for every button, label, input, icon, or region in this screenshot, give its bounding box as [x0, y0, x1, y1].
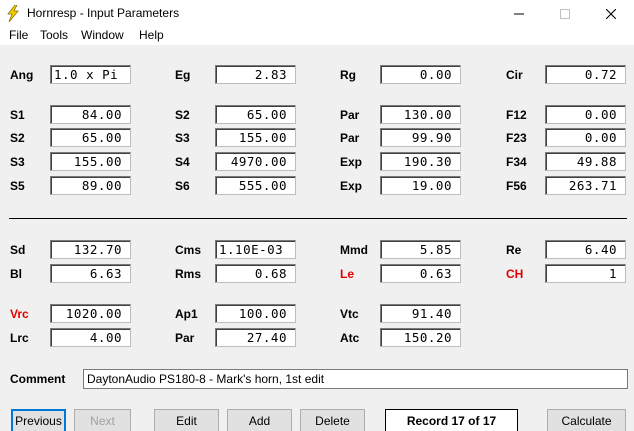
field-cms[interactable]: 1.10E-03: [215, 240, 296, 259]
field-s3[interactable]: 155.00: [215, 128, 296, 147]
label-cir: Cir: [506, 68, 523, 82]
field-par-3[interactable]: 27.40: [215, 328, 296, 347]
title-bar: Hornresp - Input Parameters: [0, 0, 634, 27]
field-le[interactable]: 0.63: [380, 264, 461, 283]
menu-tools[interactable]: Tools: [40, 28, 68, 42]
field-s2[interactable]: 65.00: [215, 105, 296, 124]
label-s3-lower: S3: [10, 155, 25, 169]
field-vtc[interactable]: 91.40: [380, 304, 461, 323]
label-s4: S4: [175, 155, 190, 169]
label-f23: F23: [506, 131, 527, 145]
label-exp-2: Exp: [340, 179, 363, 193]
label-bl: Bl: [10, 267, 22, 281]
maximize-button[interactable]: [542, 0, 588, 27]
label-ch: CH: [506, 267, 524, 281]
field-rg[interactable]: 0.00: [380, 65, 461, 84]
lightning-bolt-icon: [7, 5, 19, 22]
field-re[interactable]: 6.40: [545, 240, 626, 259]
label-s2-lower: S2: [10, 131, 25, 145]
label-comment: Comment: [10, 372, 66, 386]
field-atc[interactable]: 150.20: [380, 328, 461, 347]
menu-bar: File Tools Window Help: [0, 27, 634, 45]
field-ang[interactable]: 1.0 x Pi: [50, 65, 131, 84]
field-cir[interactable]: 0.72: [545, 65, 626, 84]
label-atc: Atc: [340, 331, 360, 345]
field-lrc[interactable]: 4.00: [50, 328, 131, 347]
calculate-button[interactable]: Calculate: [547, 409, 626, 431]
window-title: Hornresp - Input Parameters: [27, 6, 180, 20]
minimize-button[interactable]: [496, 0, 542, 27]
label-sd: Sd: [10, 243, 26, 257]
field-s1[interactable]: 84.00: [50, 105, 131, 124]
field-mmd[interactable]: 5.85: [380, 240, 461, 259]
maximize-icon: [560, 8, 570, 19]
section-divider: [9, 218, 627, 219]
field-rms[interactable]: 0.68: [215, 264, 296, 283]
close-icon: [606, 8, 616, 19]
label-s1: S1: [10, 108, 25, 122]
label-s2: S2: [175, 108, 190, 122]
field-eg[interactable]: 2.83: [215, 65, 296, 84]
label-f56: F56: [506, 179, 527, 193]
next-button[interactable]: Next: [74, 409, 131, 431]
field-f12[interactable]: 0.00: [545, 105, 626, 124]
label-par-2: Par: [340, 131, 360, 145]
label-par-1: Par: [340, 108, 360, 122]
menu-file[interactable]: File: [9, 28, 28, 42]
label-f12: F12: [506, 108, 527, 122]
label-s6: S6: [175, 179, 190, 193]
field-f34[interactable]: 49.88: [545, 152, 626, 171]
label-cms: Cms: [175, 243, 202, 257]
edit-button[interactable]: Edit: [154, 409, 219, 431]
field-vrc[interactable]: 1020.00: [50, 304, 131, 323]
delete-button[interactable]: Delete: [300, 409, 365, 431]
label-re: Re: [506, 243, 522, 257]
close-button[interactable]: [588, 0, 634, 27]
field-ch[interactable]: 1: [545, 264, 626, 283]
label-f34: F34: [506, 155, 527, 169]
field-f56[interactable]: 263.71: [545, 176, 626, 195]
field-exp-1[interactable]: 190.30: [380, 152, 461, 171]
minimize-icon: [514, 13, 524, 14]
field-sd[interactable]: 132.70: [50, 240, 131, 259]
label-exp-1: Exp: [340, 155, 363, 169]
label-rg: Rg: [340, 68, 356, 82]
label-s3: S3: [175, 131, 190, 145]
label-par-3: Par: [175, 331, 195, 345]
add-button[interactable]: Add: [227, 409, 292, 431]
menu-window[interactable]: Window: [81, 28, 124, 42]
label-vrc: Vrc: [10, 307, 29, 321]
previous-button[interactable]: Previous: [11, 409, 66, 431]
label-mmd: Mmd: [340, 243, 368, 257]
field-s5[interactable]: 89.00: [50, 176, 131, 195]
field-s2-lower[interactable]: 65.00: [50, 128, 131, 147]
label-vtc: Vtc: [340, 307, 359, 321]
field-s3-lower[interactable]: 155.00: [50, 152, 131, 171]
label-lrc: Lrc: [10, 331, 29, 345]
label-rms: Rms: [175, 267, 202, 281]
record-indicator: Record 17 of 17: [385, 409, 518, 431]
field-f23[interactable]: 0.00: [545, 128, 626, 147]
field-par-2[interactable]: 99.90: [380, 128, 461, 147]
field-s4[interactable]: 4970.00: [215, 152, 296, 171]
field-bl[interactable]: 6.63: [50, 264, 131, 283]
menu-help[interactable]: Help: [139, 28, 164, 42]
field-ap1[interactable]: 100.00: [215, 304, 296, 323]
label-eg: Eg: [175, 68, 191, 82]
comment-input[interactable]: DaytonAudio PS180-8 - Mark's horn, 1st e…: [83, 369, 628, 389]
field-par-1[interactable]: 130.00: [380, 105, 461, 124]
field-exp-2[interactable]: 19.00: [380, 176, 461, 195]
label-ap1: Ap1: [175, 307, 198, 321]
label-le: Le: [340, 267, 355, 281]
label-ang: Ang: [10, 68, 34, 82]
label-s5: S5: [10, 179, 25, 193]
field-s6[interactable]: 555.00: [215, 176, 296, 195]
